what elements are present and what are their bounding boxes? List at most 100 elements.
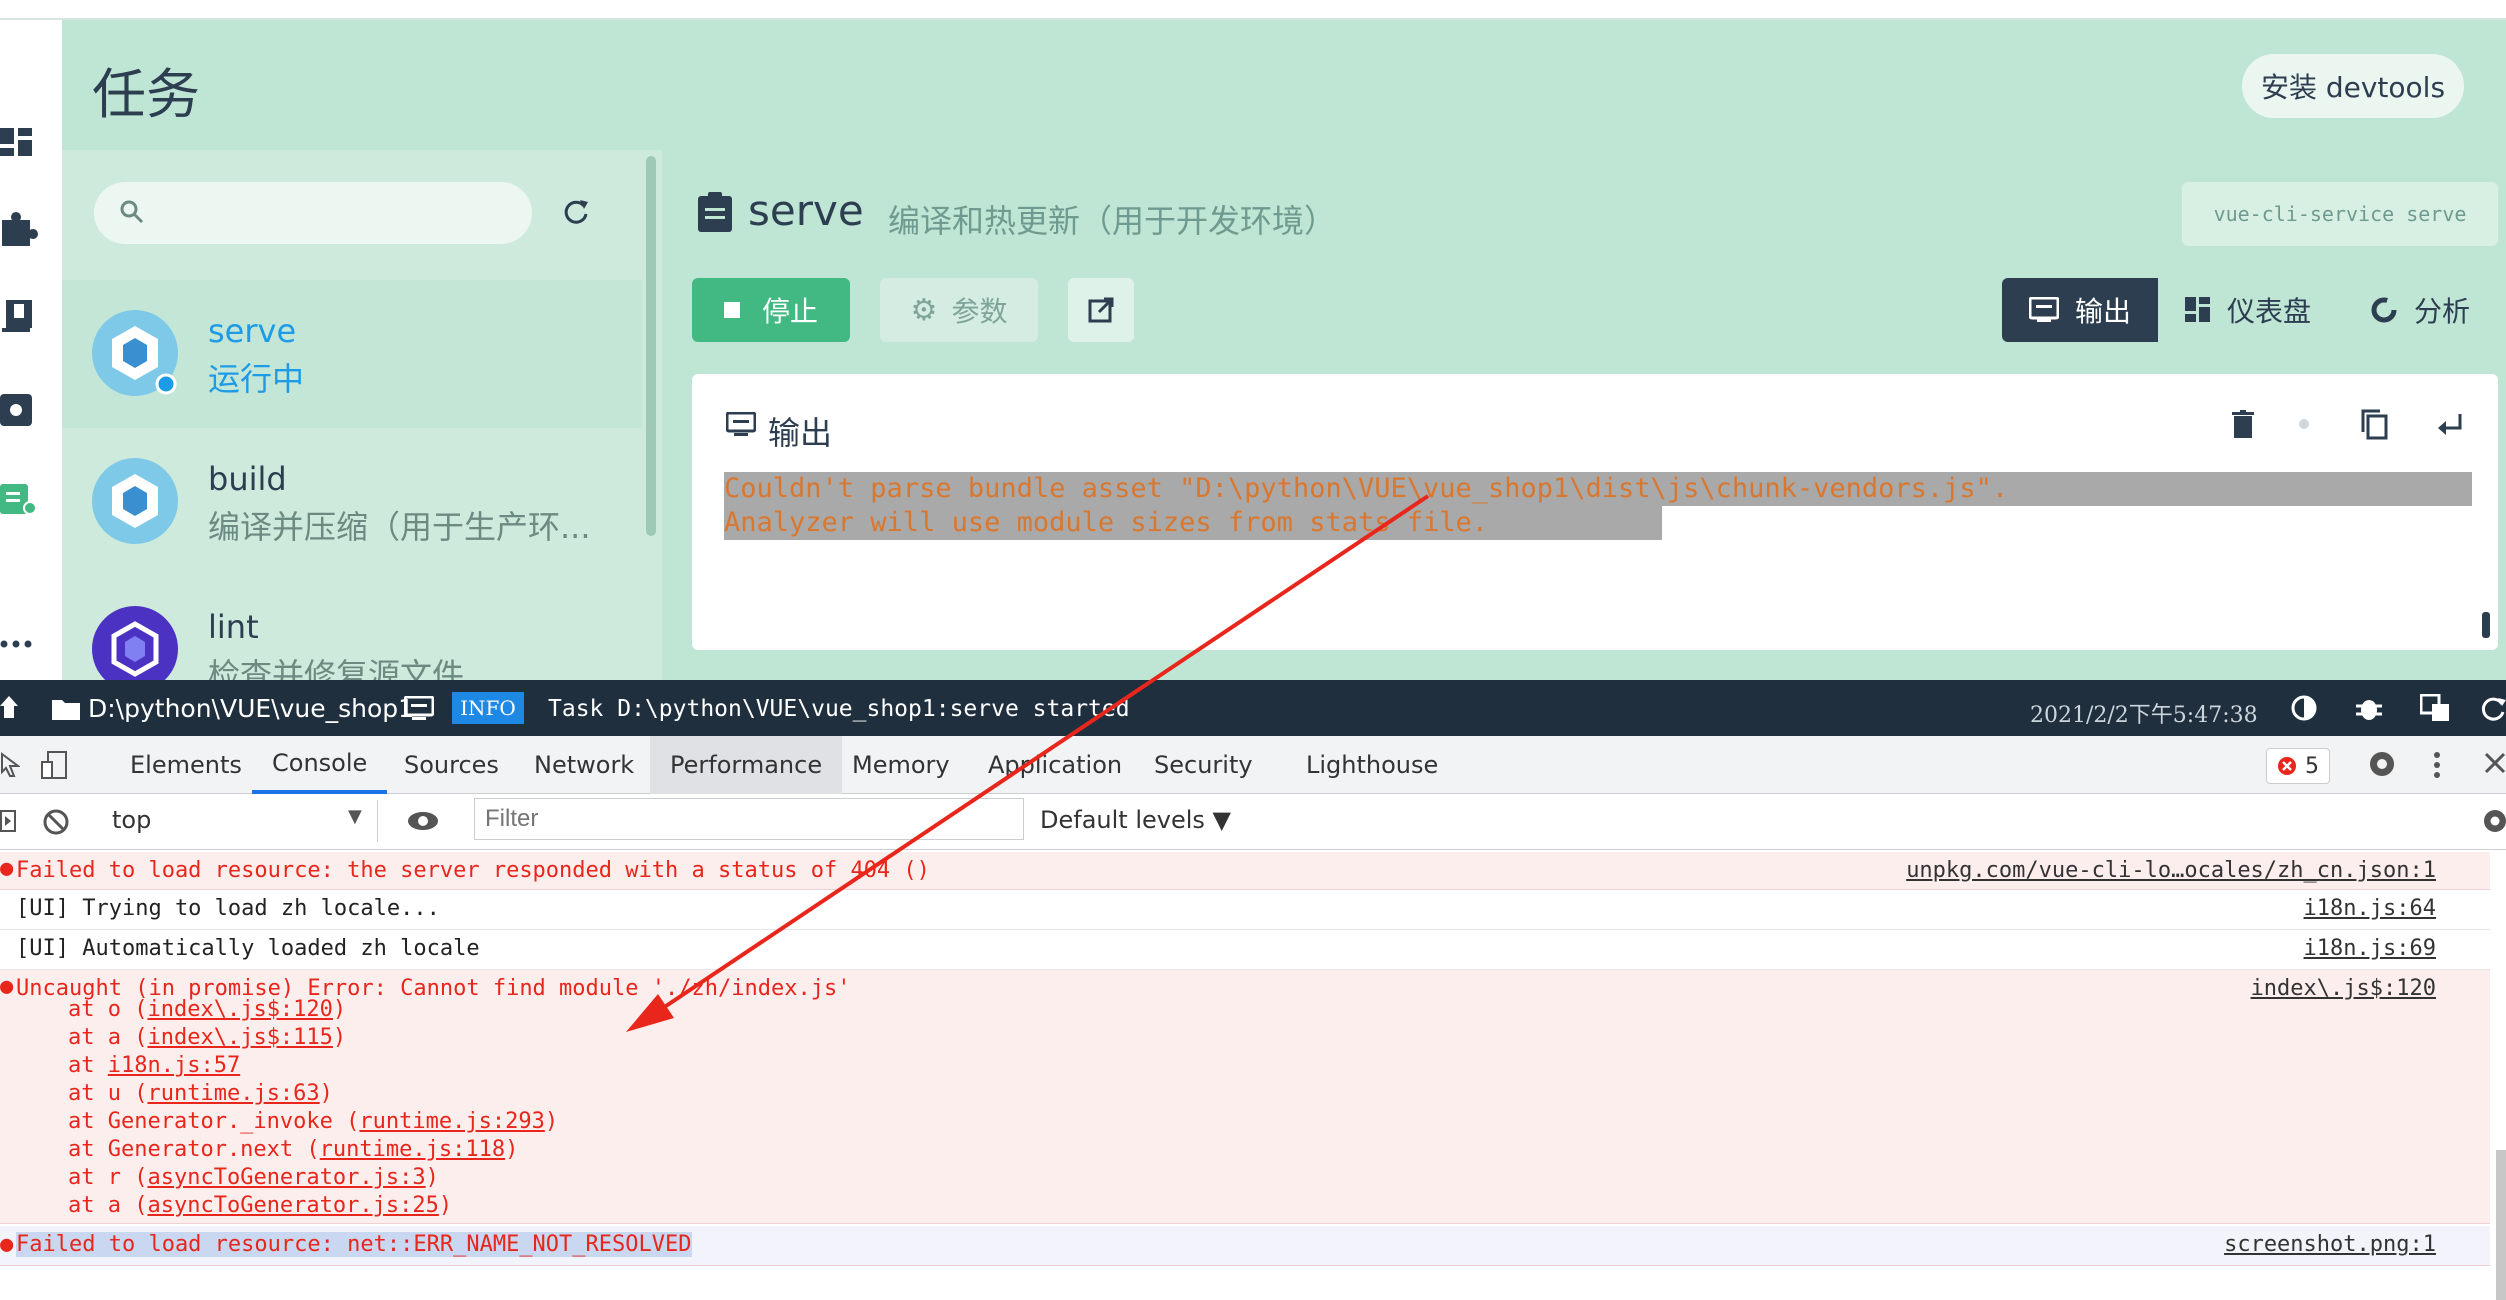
bug-icon[interactable] <box>2356 694 2382 722</box>
home-icon[interactable] <box>0 694 18 720</box>
context-select[interactable]: top ▼ <box>96 800 378 842</box>
folder-icon <box>52 700 80 720</box>
install-devtools-button[interactable]: 安装 devtools <box>2242 54 2464 118</box>
task-name: lint <box>208 608 259 646</box>
stop-label: 停止 <box>761 295 818 328</box>
tab-dashboard[interactable]: 仪表盘 <box>2158 278 2338 342</box>
tab-security[interactable]: Security <box>1134 736 1273 794</box>
clipboard-icon <box>698 192 732 232</box>
tasks-icon[interactable] <box>0 478 40 518</box>
tab-analyze[interactable]: 分析 <box>2338 278 2502 342</box>
message-source-link[interactable]: screenshot.png:1 <box>2224 1232 2436 1257</box>
stack-link[interactable]: asyncToGenerator.js:3 <box>147 1165 425 1190</box>
status-message: Task D:\python\VUE\vue_shop1:serve start… <box>548 696 1130 722</box>
task-title: serve <box>748 186 864 235</box>
output-line: Analyzer will use module sizes from stat… <box>724 506 1662 540</box>
copy-icon[interactable] <box>2360 408 2388 440</box>
console-filter-input[interactable] <box>474 798 1024 840</box>
task-list-scrollbar[interactable] <box>646 156 656 536</box>
open-external-button[interactable] <box>1068 278 1134 342</box>
error-bullet-icon: ● <box>0 974 14 999</box>
console-log-row: [UI] Automatically loaded zh locale i18n… <box>0 930 2490 970</box>
tab-sources[interactable]: Sources <box>384 736 519 794</box>
task-status: 运行中 <box>208 360 305 398</box>
message-source-link[interactable]: i18n.js:69 <box>2304 936 2436 961</box>
stack-link[interactable]: asyncToGenerator.js:25 <box>147 1193 438 1218</box>
close-icon[interactable] <box>2484 752 2506 774</box>
stop-button[interactable]: 停止 <box>692 278 850 342</box>
clear-console-icon[interactable] <box>42 808 70 836</box>
stack-link[interactable]: i18n.js:57 <box>108 1053 240 1078</box>
inspect-element-icon[interactable] <box>0 752 20 778</box>
stack-frame: at a (asyncToGenerator.js:25) <box>68 1193 453 1218</box>
plugin-icon[interactable] <box>0 210 40 250</box>
refresh-icon[interactable] <box>2480 694 2506 722</box>
output-text: Couldn't parse bundle asset "D:\python\V… <box>724 472 2472 540</box>
params-button[interactable]: ⚙ 参数 <box>880 278 1038 342</box>
task-item-lint[interactable]: lint 检查并修复源文件 <box>62 576 642 680</box>
eye-icon[interactable] <box>406 810 440 832</box>
error-count-badge[interactable]: 5 <box>2266 748 2330 784</box>
project-path[interactable]: D:\python\VUE\vue_shop1 <box>88 694 414 723</box>
sidebar-toggle-icon[interactable] <box>0 808 16 834</box>
tab-output[interactable]: 输出 <box>2002 278 2158 342</box>
task-search-input[interactable] <box>94 182 532 244</box>
task-item-build[interactable]: build 编译并压缩（用于生产环... <box>62 428 642 576</box>
dark-mode-icon[interactable] <box>2290 694 2318 722</box>
gear-icon: ⚙ <box>910 292 938 328</box>
device-toolbar-icon[interactable] <box>40 750 70 780</box>
stack-link[interactable]: runtime.js:118 <box>320 1137 505 1162</box>
log-levels-dropdown[interactable]: Default levels ▼ <box>1040 806 1231 834</box>
console-icon <box>2028 297 2059 322</box>
params-label: 参数 <box>951 295 1008 328</box>
task-item-serve[interactable]: serve 运行中 <box>62 280 642 428</box>
webpack-logo-icon <box>92 310 178 396</box>
task-description: 编译并压缩（用于生产环... <box>208 508 591 546</box>
stack-frame: at u (runtime.js:63) <box>68 1081 333 1106</box>
wrap-lines-icon[interactable] <box>2436 412 2464 438</box>
dot-icon <box>2299 419 2309 429</box>
console-scrollbar[interactable] <box>2496 1150 2506 1300</box>
settings-gear-icon[interactable] <box>2366 748 2398 780</box>
message-source-link[interactable]: unpkg.com/vue-cli-lo…ocales/zh_cn.json:1 <box>1906 858 2436 883</box>
more-vertical-icon[interactable] <box>2432 750 2442 780</box>
console-icon[interactable] <box>404 696 434 722</box>
output-toolbar <box>2226 402 2486 446</box>
more-icon[interactable] <box>0 624 40 664</box>
refresh-icon[interactable] <box>560 196 592 228</box>
tab-performance[interactable]: Performance <box>650 736 843 794</box>
tab-application[interactable]: Application <box>968 736 1142 794</box>
output-scrollbar[interactable] <box>2482 612 2490 638</box>
tab-lighthouse[interactable]: Lighthouse <box>1286 736 1458 794</box>
tab-analyze-label: 分析 <box>2413 295 2470 328</box>
stack-link[interactable]: index\.js$:120 <box>147 997 332 1022</box>
tab-elements[interactable]: Elements <box>110 736 262 794</box>
tab-console[interactable]: Console <box>252 736 388 794</box>
translate-icon[interactable] <box>2420 694 2450 722</box>
dependencies-icon[interactable] <box>0 296 40 336</box>
stack-frame: at Generator._invoke (runtime.js:293) <box>68 1109 559 1134</box>
message-text: Failed to load resource: net::ERR_NAME_N… <box>16 1232 692 1257</box>
context-value: top <box>112 806 152 834</box>
console-log-row: [UI] Trying to load zh locale... i18n.js… <box>0 890 2490 930</box>
status-time: 2021/2/2下午5:47:38 <box>2030 703 2258 728</box>
task-name: build <box>208 460 287 498</box>
stack-link[interactable]: runtime.js:293 <box>359 1109 544 1134</box>
left-icon-rail <box>0 20 62 680</box>
message-source-link[interactable]: i18n.js:64 <box>2304 896 2436 921</box>
stack-frame: at Generator.next (runtime.js:118) <box>68 1137 519 1162</box>
tab-network[interactable]: Network <box>514 736 654 794</box>
dashboard-icon[interactable] <box>0 122 40 162</box>
error-bullet-icon: ● <box>0 856 14 881</box>
stack-link[interactable]: index\.js$:115 <box>147 1025 332 1050</box>
message-text: Failed to load resource: the server resp… <box>16 858 930 883</box>
trash-icon[interactable] <box>2232 410 2254 438</box>
stack-frame: at r (asyncToGenerator.js:3) <box>68 1165 439 1190</box>
config-gear-icon[interactable] <box>0 390 40 430</box>
console-settings-icon[interactable] <box>2480 806 2506 836</box>
stack-link[interactable]: runtime.js:63 <box>147 1081 319 1106</box>
message-source-link[interactable]: index\.js$:120 <box>2251 976 2436 1001</box>
tab-memory[interactable]: Memory <box>832 736 970 794</box>
output-line: Couldn't parse bundle asset "D:\python\V… <box>724 472 2472 506</box>
webpack-logo-icon <box>92 458 178 544</box>
